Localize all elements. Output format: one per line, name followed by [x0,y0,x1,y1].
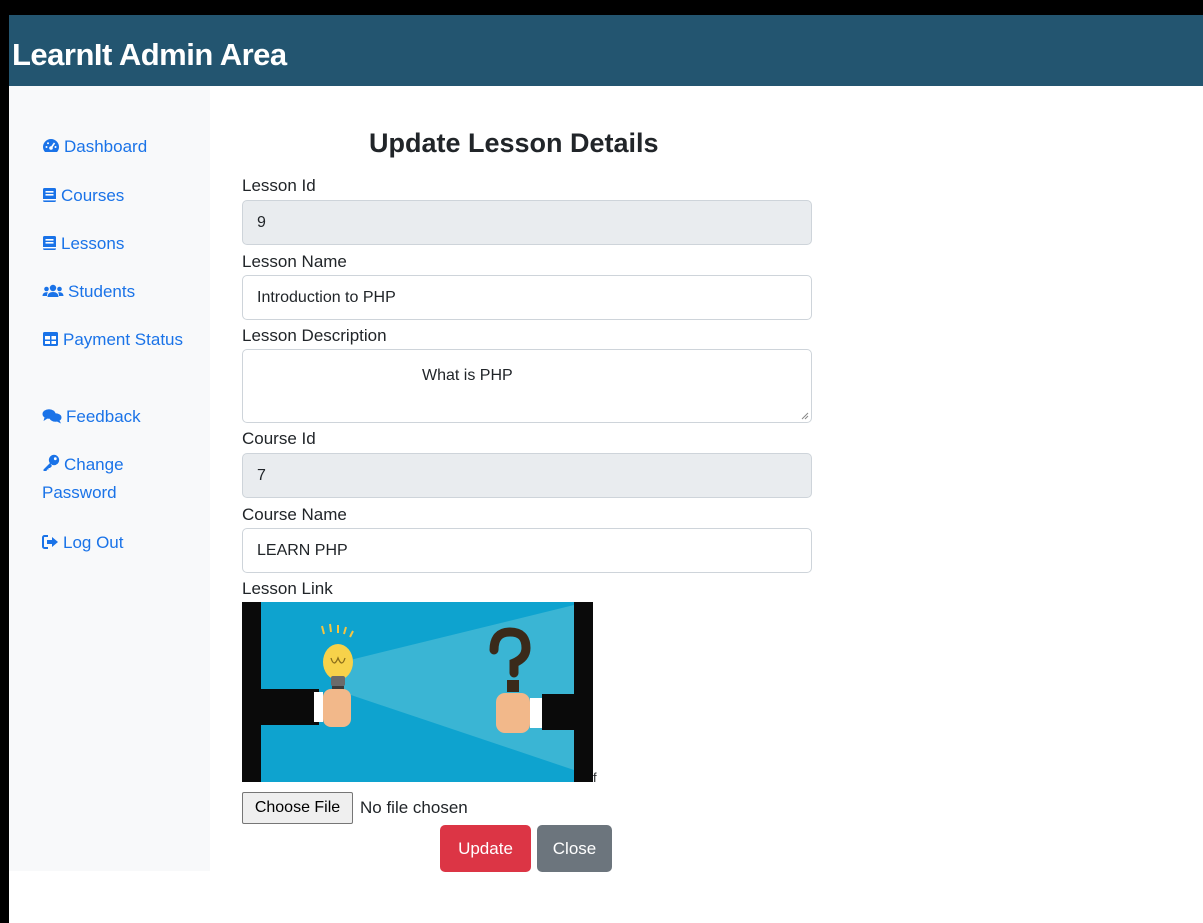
sidebar-item-courses[interactable]: Courses [42,182,202,210]
sidebar-item-label: Courses [61,186,125,205]
lesson-description-textarea[interactable]: What is PHP [242,349,812,423]
sign-out-icon [42,534,59,550]
key-icon [42,454,60,472]
brand-title[interactable]: LearnIt Admin Area [12,37,287,73]
lesson-link-label: Lesson Link [242,579,333,598]
course-id-value: 7 [257,466,266,484]
comments-icon [42,408,62,424]
course-id-label: Course Id [242,429,316,448]
file-status-text: No file chosen [360,798,468,817]
sidebar-item-label: Lessons [61,234,125,253]
sidebar-item-payment-status[interactable]: Payment Status [42,326,202,354]
lesson-name-value: Introduction to PHP [257,288,396,306]
course-name-field[interactable]: LEARN PHP [242,528,812,573]
sidebar-item-change-password[interactable]: Change Password [42,451,202,507]
close-button[interactable]: Close [537,825,612,872]
lesson-id-field[interactable]: 9 [242,200,812,245]
sidebar-item-feedback[interactable]: Feedback [42,403,202,431]
sidebar-item-dashboard[interactable]: Dashboard [42,133,202,161]
sidebar-item-label: Feedback [66,407,141,426]
sidebar-item-students[interactable]: Students [42,278,202,306]
update-button[interactable]: Update [440,825,531,872]
lesson-description-label: Lesson Description [242,326,387,345]
users-icon [42,283,64,299]
choose-file-button[interactable]: Choose File [242,792,353,824]
course-name-value: LEARN PHP [257,541,348,559]
lesson-link-suffix: f [593,770,597,785]
course-name-label: Course Name [242,505,347,524]
sidebar-item-label: Students [68,282,136,301]
sidebar: Dashboard Courses Lessons Students Payme… [9,86,210,871]
lesson-id-label: Lesson Id [242,176,316,195]
sidebar-item-label: Log Out [63,533,124,552]
sidebar-item-label: Dashboard [64,137,148,156]
table-icon [42,331,59,347]
sidebar-item-lessons[interactable]: Lessons [42,230,202,258]
resize-handle-icon[interactable] [801,412,809,420]
page-title: Update Lesson Details [369,128,659,158]
lesson-name-label: Lesson Name [242,252,347,271]
lesson-video-thumbnail[interactable] [242,602,593,782]
sidebar-item-label: Payment Status [63,330,184,349]
book-icon [42,235,57,251]
top-navbar: LearnIt Admin Area [9,15,1203,86]
lesson-id-value: 9 [257,213,266,231]
lesson-description-value: What is PHP [422,367,513,384]
book-icon [42,187,57,203]
admin-window: LearnIt Admin Area Dashboard Courses Les… [9,15,1203,923]
course-id-field[interactable]: 7 [242,453,812,498]
sidebar-item-log-out[interactable]: Log Out [42,529,202,557]
dashboard-icon [42,138,60,154]
lesson-name-input[interactable]: Introduction to PHP [242,275,812,320]
